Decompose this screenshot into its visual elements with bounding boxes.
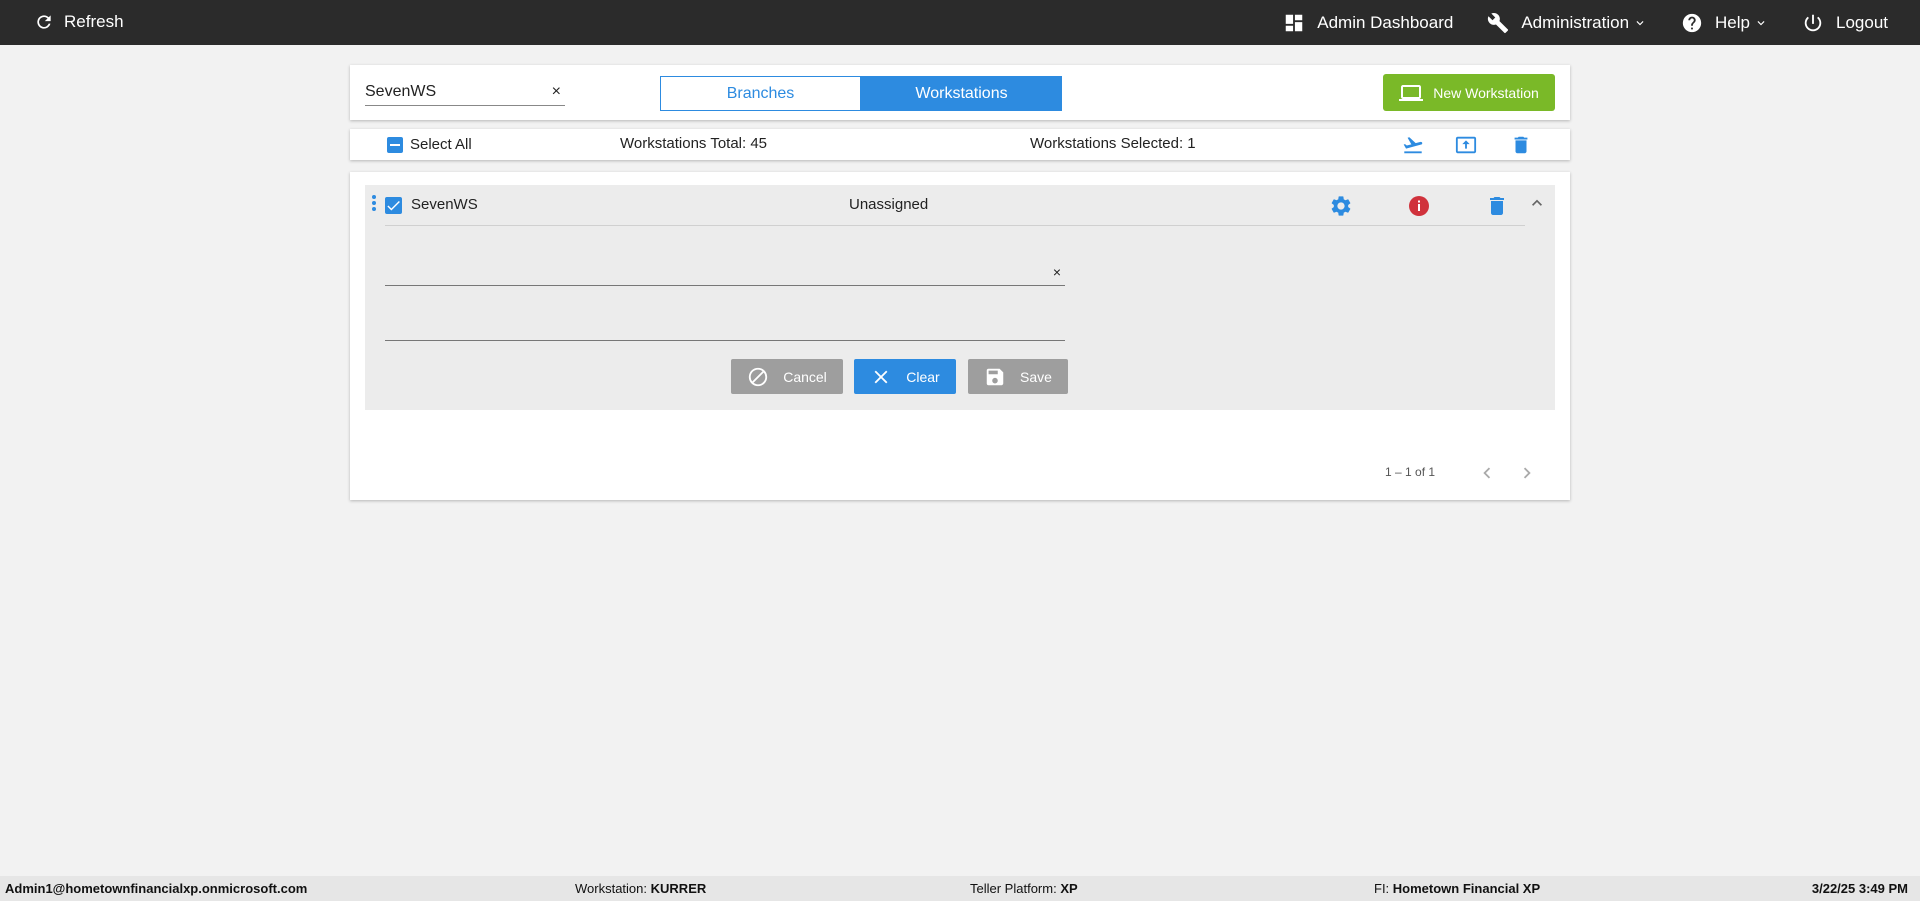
clear-label: Clear — [906, 368, 940, 385]
search-clear-icon[interactable]: × — [552, 83, 561, 101]
upload-screen-icon — [1455, 136, 1477, 154]
check-icon — [387, 200, 400, 211]
dashboard-icon — [1285, 14, 1303, 31]
gear-icon — [1331, 196, 1351, 216]
view-toggle: Branches Workstations — [660, 76, 1062, 111]
bulk-delete-button[interactable] — [1509, 134, 1533, 156]
logout-button[interactable]: Logout — [1802, 12, 1888, 34]
logout-label: Logout — [1836, 12, 1888, 32]
workstation-checkbox[interactable] — [385, 197, 402, 214]
administration-label: Administration — [1521, 12, 1630, 32]
workstation-label: Workstation: — [575, 881, 648, 896]
workstation-name: SevenWS — [411, 196, 478, 213]
save-button[interactable]: Save — [968, 359, 1068, 394]
bulk-move-button[interactable] — [1401, 134, 1425, 156]
status-fi: FI: Hometown Financial XP — [1374, 881, 1540, 896]
workstation-input-2[interactable] — [385, 313, 1035, 339]
select-all-label[interactable]: Select All — [410, 136, 472, 153]
top-nav-bar: Refresh Admin Dashboard Administration H… — [0, 0, 1920, 45]
help-icon — [1682, 13, 1702, 32]
search-input[interactable] — [365, 81, 540, 103]
status-workstation: Workstation: KURRER — [575, 881, 706, 896]
selection-bar: Select All Workstations Total: 45 Workst… — [350, 129, 1570, 160]
fi-value: Hometown Financial XP — [1392, 881, 1541, 896]
save-icon — [986, 368, 1004, 385]
chevron-left-icon — [1483, 467, 1491, 479]
workstation-input-1[interactable] — [385, 258, 1035, 284]
cancel-label: Cancel — [783, 368, 827, 385]
power-icon — [1804, 14, 1822, 31]
datetime-value: 3/22/25 3:49 PM — [1811, 881, 1908, 896]
platform-label: Teller Platform: — [970, 881, 1057, 896]
status-platform: Teller Platform: XP — [970, 881, 1078, 896]
workstation-field-2 — [385, 313, 1065, 341]
block-icon — [749, 367, 768, 386]
help-menu[interactable]: Help — [1681, 12, 1768, 34]
info-button[interactable] — [1407, 194, 1431, 218]
chevron-up-icon — [1532, 199, 1542, 206]
workstation-value: KURRER — [650, 881, 707, 896]
administration-menu[interactable]: Administration — [1487, 12, 1647, 34]
user-email: Admin1@hometownfinancialxp.onmicrosoft.c… — [5, 881, 308, 896]
pagination-range: 1 – 1 of 1 — [1385, 465, 1436, 479]
flight-takeoff-icon — [1403, 137, 1423, 154]
cancel-button[interactable]: Cancel — [731, 359, 843, 394]
help-label: Help — [1715, 12, 1750, 32]
field-clear-icon[interactable]: × — [1053, 264, 1061, 280]
settings-button[interactable] — [1329, 194, 1353, 218]
refresh-label: Refresh — [64, 12, 124, 31]
workstations-selected: Workstations Selected: 1 — [1030, 135, 1196, 152]
workstation-row: SevenWS Unassigned × Cancel Clear Save — [365, 185, 1555, 410]
tab-branches[interactable]: Branches — [660, 76, 861, 111]
status-datetime: 3/22/25 3:49 PM — [1812, 881, 1908, 896]
search-panel: × Branches Workstations New Workstation — [350, 65, 1570, 120]
refresh-button[interactable]: Refresh — [34, 12, 124, 32]
status-user: Admin1@hometownfinancialxp.onmicrosoft.c… — [5, 881, 307, 896]
status-bar: Admin1@hometownfinancialxp.onmicrosoft.c… — [0, 876, 1920, 901]
tab-workstations[interactable]: Workstations — [861, 76, 1062, 111]
workstation-field-1: × — [385, 258, 1065, 286]
search-box: × — [365, 81, 565, 106]
new-workstation-button[interactable]: New Workstation — [1383, 74, 1555, 111]
chevron-right-icon — [1523, 467, 1531, 479]
wrench-icon — [1488, 12, 1509, 33]
chevron-down-icon — [1636, 20, 1644, 25]
trash-icon — [1514, 136, 1528, 154]
workstation-row-header: SevenWS Unassigned — [372, 185, 1542, 226]
save-label: Save — [1020, 368, 1052, 385]
new-workstation-label: New Workstation — [1433, 84, 1539, 101]
workstations-total: Workstations Total: 45 — [620, 135, 768, 152]
refresh-icon — [37, 15, 51, 29]
clear-button[interactable]: Clear — [854, 359, 956, 394]
next-page-button[interactable] — [1516, 462, 1538, 484]
select-all-checkbox[interactable] — [387, 137, 403, 153]
close-icon — [874, 370, 888, 383]
laptop-icon — [1399, 84, 1424, 101]
fi-label: FI: — [1374, 881, 1390, 896]
delete-button[interactable] — [1485, 194, 1509, 218]
chevron-down-icon — [1757, 20, 1765, 25]
previous-page-button[interactable] — [1476, 462, 1498, 484]
workstation-status: Unassigned — [849, 196, 929, 213]
platform-value: XP — [1060, 881, 1078, 896]
bulk-upload-button[interactable] — [1454, 134, 1478, 156]
admin-dashboard-link[interactable]: Admin Dashboard — [1283, 12, 1453, 34]
collapse-button[interactable] — [1527, 193, 1547, 213]
drag-handle-icon[interactable] — [372, 195, 378, 213]
info-icon — [1409, 196, 1429, 216]
workstation-list: SevenWS Unassigned × Cancel Clear Save 1… — [350, 172, 1570, 500]
trash-icon — [1490, 197, 1504, 215]
admin-dashboard-label: Admin Dashboard — [1317, 12, 1454, 32]
